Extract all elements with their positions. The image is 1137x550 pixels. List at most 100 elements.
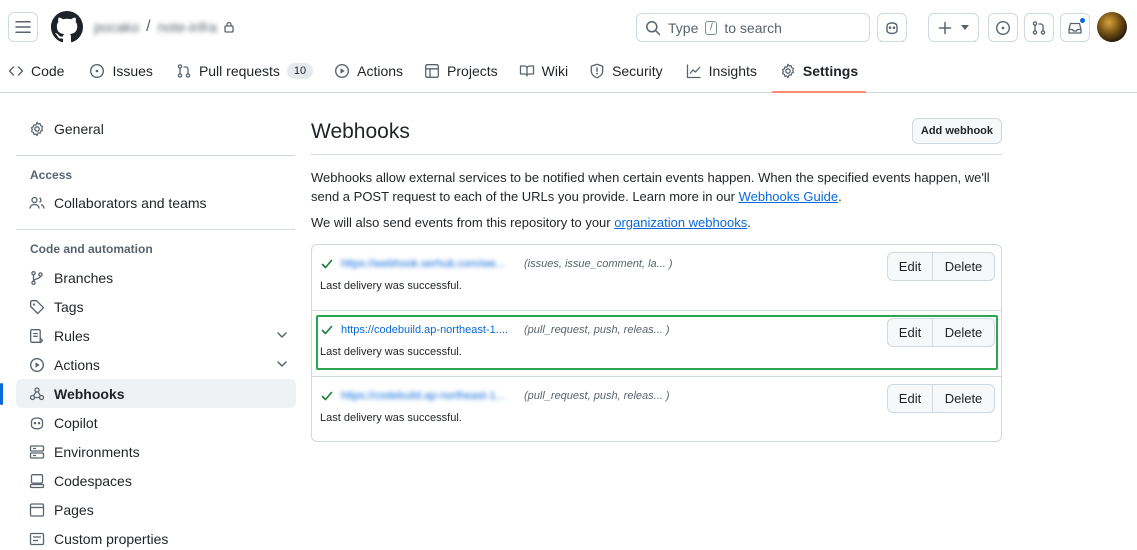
webhook-url-link[interactable]: https://webhook.serhub.com/we...: [341, 258, 505, 270]
chevron-down-icon[interactable]: [276, 329, 288, 341]
delete-button[interactable]: Delete: [933, 253, 994, 280]
avatar[interactable]: [1097, 12, 1127, 42]
tab-insights[interactable]: Insights: [678, 54, 765, 87]
tab-issues[interactable]: Issues: [81, 54, 160, 87]
sidebar-item-collaborators[interactable]: Collaborators and teams: [16, 188, 296, 217]
sidebar-item-label: Rules: [54, 327, 90, 344]
code-icon: [8, 65, 24, 76]
tab-security[interactable]: Security: [581, 54, 671, 87]
webhook-actions: Edit Delete: [887, 318, 995, 347]
search-placeholder-prefix: Type: [668, 19, 699, 36]
play-icon: [335, 63, 350, 78]
sidebar-item-general[interactable]: General: [16, 114, 296, 143]
organization-webhooks-note: We will also send events from this repos…: [311, 215, 751, 230]
edit-button[interactable]: Edit: [888, 319, 933, 346]
webhook-row: https://codebuild.ap-northeast-1... (pul…: [312, 376, 1001, 442]
repo-name-link[interactable]: note-infra: [158, 19, 217, 35]
gear-icon: [30, 121, 44, 136]
webhook-url-link[interactable]: https://codebuild.ap-northeast-1....: [341, 324, 508, 336]
sidebar-item-rules[interactable]: Rules: [16, 321, 296, 350]
breadcrumb: pocako / note-infra: [94, 18, 234, 36]
triangle-down-icon: [961, 25, 969, 30]
sidebar-item-tags[interactable]: Tags: [16, 292, 296, 321]
tab-label: Code: [31, 62, 65, 79]
lock-icon: [224, 21, 234, 33]
repo-nav-tabs: Code Issues Pull requests 10 Actions Pro…: [0, 54, 867, 93]
webhook-url-link[interactable]: https://codebuild.ap-northeast-1...: [341, 390, 505, 402]
shield-icon: [590, 63, 604, 78]
sidebar-item-label: Copilot: [54, 414, 98, 431]
sidebar-item-label: Codespaces: [54, 472, 132, 489]
webhook-icon: [29, 386, 45, 400]
play-icon: [29, 357, 45, 372]
sidebar-item-label: Tags: [54, 298, 84, 315]
issues-button[interactable]: [988, 13, 1018, 42]
tab-code[interactable]: Code: [0, 54, 72, 87]
sidebar-item-label: Environments: [54, 443, 140, 460]
sidebar-item-actions[interactable]: Actions: [16, 350, 296, 379]
webhooks-guide-link[interactable]: Webhooks Guide: [739, 189, 839, 204]
organization-webhooks-link[interactable]: organization webhooks: [614, 215, 747, 230]
tab-actions[interactable]: Actions: [326, 54, 411, 87]
tab-projects[interactable]: Projects: [416, 54, 506, 87]
git-pull-request-icon: [177, 63, 191, 78]
sidebar-heading-code-automation: Code and automation: [30, 242, 153, 256]
sidebar-item-label: General: [54, 120, 104, 137]
webhook-delivery-status: Last delivery was successful.: [320, 412, 462, 424]
check-icon: [321, 325, 333, 335]
delete-button[interactable]: Delete: [933, 319, 994, 346]
webhook-delivery-status: Last delivery was successful.: [320, 280, 462, 292]
copilot-icon: [30, 416, 44, 429]
add-webhook-button[interactable]: Add webhook: [911, 118, 1002, 144]
sidebar-item-branches[interactable]: Branches: [16, 263, 296, 292]
webhook-row-highlighted: https://codebuild.ap-northeast-1.... (pu…: [312, 310, 1001, 376]
tab-label: Security: [612, 62, 663, 79]
git-branch-icon: [31, 270, 43, 285]
webhook-delivery-status: Last delivery was successful.: [320, 346, 462, 358]
sidebar-item-webhooks[interactable]: Webhooks: [0, 379, 296, 408]
search-input[interactable]: Type / to search: [636, 13, 870, 42]
tab-settings[interactable]: Settings: [771, 54, 867, 93]
sidebar-item-label: Webhooks: [54, 385, 125, 402]
github-logo-icon[interactable]: [51, 11, 83, 43]
tab-pull-requests[interactable]: Pull requests 10: [168, 54, 321, 87]
edit-button[interactable]: Edit: [888, 253, 933, 280]
tab-label: Settings: [802, 62, 859, 79]
tab-label: Insights: [708, 62, 757, 79]
chevron-down-icon[interactable]: [276, 358, 288, 370]
sidebar-item-label: Custom properties: [54, 530, 169, 547]
delete-button[interactable]: Delete: [933, 385, 994, 412]
sidebar-item-environments[interactable]: Environments: [16, 437, 296, 466]
sidebar-item-copilot[interactable]: Copilot: [16, 408, 296, 437]
tab-label: Actions: [357, 62, 404, 79]
issue-opened-icon: [995, 20, 1011, 35]
webhook-row: https://webhook.serhub.com/we... (issues…: [312, 245, 1001, 311]
sidebar-item-codespaces[interactable]: Codespaces: [16, 466, 296, 495]
inbox-button[interactable]: [1060, 13, 1090, 42]
graph-icon: [686, 64, 701, 78]
edit-button[interactable]: Edit: [888, 385, 933, 412]
description-text: Webhooks allow external services to be n…: [311, 170, 990, 204]
repo-owner-link[interactable]: pocako: [94, 19, 139, 35]
org-note-end: .: [747, 215, 751, 230]
menu-button[interactable]: [8, 12, 38, 42]
breadcrumb-separator: /: [146, 18, 151, 35]
sidebar-item-custom-properties[interactable]: Custom properties: [16, 524, 296, 550]
webhook-actions: Edit Delete: [887, 384, 995, 413]
sidebar-divider: [16, 155, 295, 156]
plus-icon: [938, 21, 952, 34]
pull-requests-button[interactable]: [1024, 13, 1054, 42]
gear-icon: [781, 63, 794, 78]
webhooks-description: Webhooks allow external services to be n…: [311, 168, 1002, 206]
sidebar-item-pages[interactable]: Pages: [16, 495, 296, 524]
create-new-button[interactable]: [928, 13, 979, 42]
tag-icon: [30, 299, 45, 314]
browser-icon: [29, 502, 45, 517]
codespaces-icon: [29, 473, 45, 488]
server-icon: [29, 444, 45, 459]
copilot-button[interactable]: [877, 13, 907, 42]
tab-wiki[interactable]: Wiki: [511, 54, 576, 87]
notification-indicator: [1079, 17, 1086, 24]
webhook-events: (issues, issue_comment, la... ): [524, 258, 673, 270]
search-placeholder-suffix: to search: [724, 19, 782, 36]
